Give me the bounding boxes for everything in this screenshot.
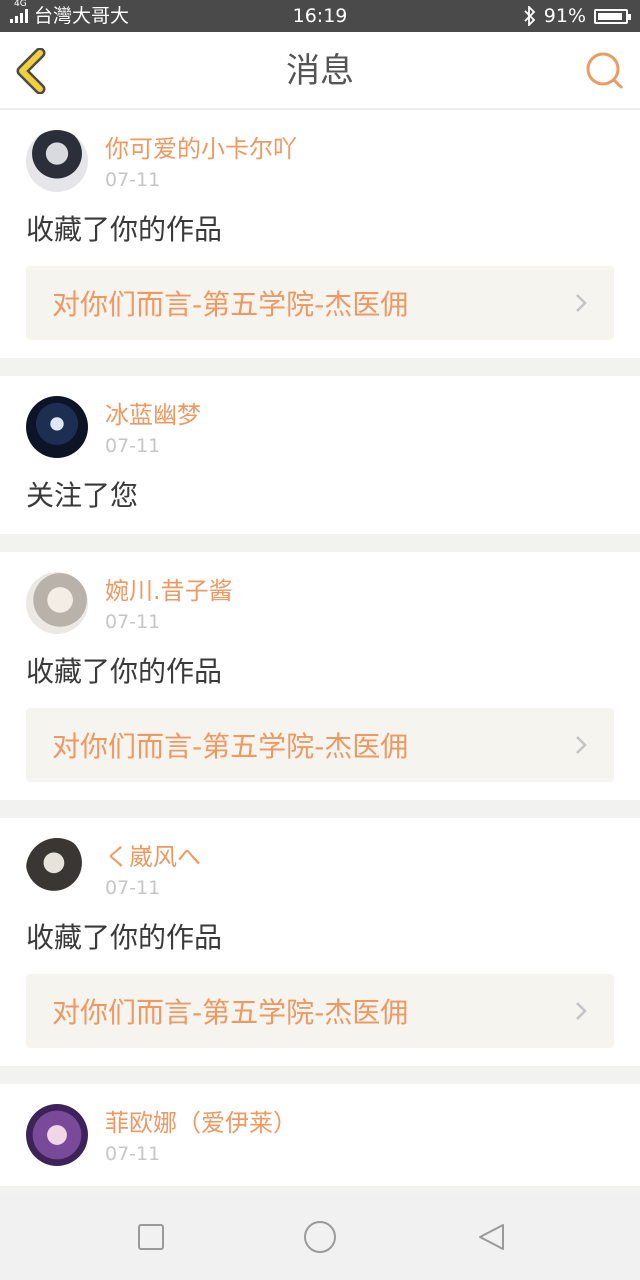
avatar[interactable] xyxy=(26,130,88,192)
message-card: 菲欧娜（爱伊莱） 07-11 xyxy=(0,1084,640,1186)
avatar[interactable] xyxy=(26,838,88,900)
work-link[interactable]: 对你们而言-第五学院-杰医佣 xyxy=(26,974,614,1048)
message-date: 07-11 xyxy=(105,435,161,457)
status-bar: 4G 台灣大哥大 16:19 91% xyxy=(0,0,640,32)
home-icon[interactable] xyxy=(302,1219,338,1255)
message-date: 07-11 xyxy=(105,877,161,899)
avatar[interactable] xyxy=(26,396,88,458)
page-title: 消息 xyxy=(286,51,354,91)
message-action: 收藏了你的作品 xyxy=(26,655,223,688)
system-nav-bar xyxy=(0,1194,640,1280)
message-action: 关注了您 xyxy=(26,479,139,512)
avatar[interactable] xyxy=(26,1104,88,1166)
message-list: 你可爱的小卡尔吖 07-11 收藏了你的作品 对你们而言-第五学院-杰医佣 冰蓝… xyxy=(0,110,640,1194)
message-date: 07-11 xyxy=(105,1143,161,1165)
message-action: 收藏了你的作品 xyxy=(26,213,223,246)
chevron-right-icon xyxy=(576,294,587,312)
user-name[interactable]: 婉川.昔子酱 xyxy=(105,574,233,608)
user-name[interactable]: 菲欧娜（爱伊莱） xyxy=(105,1106,297,1140)
avatar[interactable] xyxy=(26,572,88,634)
message-card: 婉川.昔子酱 07-11 收藏了你的作品 对你们而言-第五学院-杰医佣 xyxy=(0,552,640,800)
search-button[interactable] xyxy=(584,50,626,92)
user-name[interactable]: 冰蓝幽梦 xyxy=(105,398,201,432)
header: 消息 xyxy=(0,32,640,110)
battery-fill xyxy=(598,12,622,20)
back-triangle-icon[interactable] xyxy=(476,1222,506,1252)
message-date: 07-11 xyxy=(105,611,161,633)
work-title: 对你们而言-第五学院-杰医佣 xyxy=(52,288,409,321)
work-title: 对你们而言-第五学院-杰医佣 xyxy=(52,996,409,1029)
message-card: 冰蓝幽梦 07-11 关注了您 xyxy=(0,376,640,534)
message-card: 你可爱的小卡尔吖 07-11 收藏了你的作品 对你们而言-第五学院-杰医佣 xyxy=(0,110,640,358)
bluetooth-icon xyxy=(524,6,536,26)
message-date: 07-11 xyxy=(105,169,161,191)
work-link[interactable]: 对你们而言-第五学院-杰医佣 xyxy=(26,708,614,782)
battery-icon xyxy=(594,8,631,24)
chevron-right-icon xyxy=(576,1002,587,1020)
status-right: 91% xyxy=(524,0,631,32)
message-action: 收藏了你的作品 xyxy=(26,921,223,954)
work-link[interactable]: 对你们而言-第五学院-杰医佣 xyxy=(26,266,614,340)
search-icon xyxy=(586,52,623,89)
message-card: く崴风へ 07-11 收藏了你的作品 对你们而言-第五学院-杰医佣 xyxy=(0,818,640,1066)
user-name[interactable]: 你可爱的小卡尔吖 xyxy=(105,132,297,166)
battery-percent: 91% xyxy=(543,5,586,27)
work-title: 对你们而言-第五学院-杰医佣 xyxy=(52,730,409,763)
user-name[interactable]: く崴风へ xyxy=(105,840,201,874)
chevron-right-icon xyxy=(576,736,587,754)
recent-apps-icon[interactable] xyxy=(136,1222,166,1252)
